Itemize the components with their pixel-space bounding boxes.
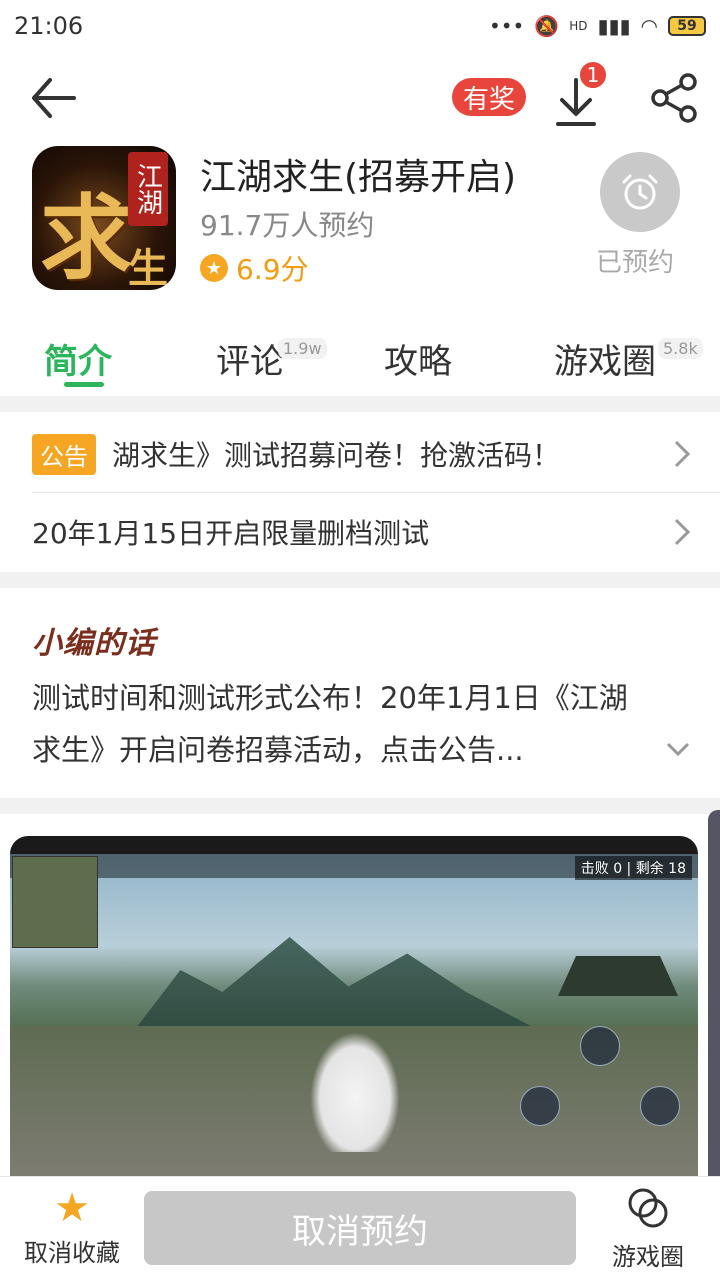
star-icon: ★: [54, 1185, 90, 1231]
screenshot-skill-button: [640, 1086, 680, 1126]
rating-value: 6.9分: [236, 253, 309, 286]
notice-text: 20年1月15日开启限量删档测试: [32, 517, 430, 550]
network-label: HD: [569, 19, 588, 33]
next-screenshot-peek[interactable]: [708, 810, 720, 1176]
game-screenshot[interactable]: 击败 0 | 剩余 18: [10, 836, 698, 1176]
game-circle-icon: [628, 1188, 668, 1228]
reserve-button[interactable]: [600, 152, 680, 232]
share-icon[interactable]: [648, 72, 700, 124]
game-circle-button[interactable]: 游戏圈: [600, 1183, 696, 1277]
screenshot-stats: 击败 0 | 剩余 18: [574, 856, 692, 880]
game-circle-label: 游戏圈: [612, 1243, 684, 1271]
screenshot-mountains: [130, 937, 550, 1036]
tab-intro[interactable]: 简介: [44, 334, 112, 383]
screenshot-skill-button: [580, 1026, 620, 1066]
reward-badge[interactable]: 有奖: [452, 78, 526, 116]
signal-icon: ▮▮▮: [597, 14, 631, 38]
mute-icon: 🔕: [534, 14, 560, 38]
reserve-status-label: 已预约: [596, 248, 675, 278]
app-icon-small-char: 生: [128, 245, 168, 290]
app-icon-char: 求: [40, 184, 133, 290]
chevron-down-icon[interactable]: [664, 740, 692, 760]
section-separator: [0, 396, 720, 412]
notice-item-announcement[interactable]: 公告 湖求生》测试招募问卷！抢激活码！: [32, 414, 720, 494]
section-separator: [0, 572, 720, 588]
reservation-count: 91.7万人预约: [200, 209, 375, 242]
app-title: 江湖求生(招募开启): [200, 157, 517, 198]
announcement-badge: 公告: [32, 433, 96, 475]
tab-game-circle[interactable]: 游戏圈: [554, 334, 656, 383]
screenshot-skill-button: [520, 1086, 560, 1126]
chevron-right-icon: [674, 518, 691, 546]
favorite-button[interactable]: ★ 取消收藏: [16, 1183, 128, 1277]
editor-words-title: 小编的话: [32, 626, 156, 661]
section-separator: [0, 798, 720, 814]
tab-guides[interactable]: 攻略: [384, 334, 452, 383]
back-arrow-icon[interactable]: [28, 74, 80, 122]
tab-comments[interactable]: 评论: [216, 334, 284, 383]
chevron-right-icon: [674, 440, 691, 468]
editor-words-text[interactable]: 测试时间和测试形式公布！20年1月1日《江湖求生》开启问卷招募活动，点击公告..…: [32, 672, 652, 776]
screenshot-character: [310, 1032, 400, 1152]
cancel-reservation-button[interactable]: 取消预约: [144, 1191, 576, 1265]
top-nav: 有奖 1: [0, 60, 720, 136]
app-icon: 求 江湖 生: [32, 146, 176, 290]
download-count-badge: 1: [578, 60, 608, 90]
star-icon: ★: [200, 254, 228, 282]
screenshot-temple-roof: [558, 956, 678, 996]
alarm-clock-icon: [622, 174, 658, 210]
bottom-action-bar: ★ 取消收藏 取消预约 游戏圈: [0, 1176, 720, 1280]
app-icon-tag: 江湖: [128, 152, 168, 226]
status-icons: ••• 🔕 HD ▮▮▮ ◠ 59: [489, 14, 706, 38]
tab-comments-count: 1.9w: [278, 338, 327, 359]
favorite-label: 取消收藏: [24, 1239, 120, 1267]
tab-bar: 简介 评论 1.9w 攻略 游戏圈 5.8k: [0, 326, 720, 396]
status-bar: 21:06 ••• 🔕 HD ▮▮▮ ◠ 59: [0, 0, 720, 52]
tab-indicator: [64, 382, 104, 387]
rating: ★ 6.9分: [200, 248, 309, 288]
notice-text: 湖求生》测试招募问卷！抢激活码！: [112, 439, 561, 472]
tab-game-circle-count: 5.8k: [658, 338, 703, 359]
status-time: 21:06: [14, 12, 84, 40]
battery-icon: 59: [668, 16, 706, 36]
wifi-icon: ◠: [640, 14, 658, 38]
more-dots-icon: •••: [488, 14, 525, 38]
notice-item-test[interactable]: 20年1月15日开启限量删档测试: [32, 492, 720, 572]
screenshot-minimap: [12, 856, 98, 948]
